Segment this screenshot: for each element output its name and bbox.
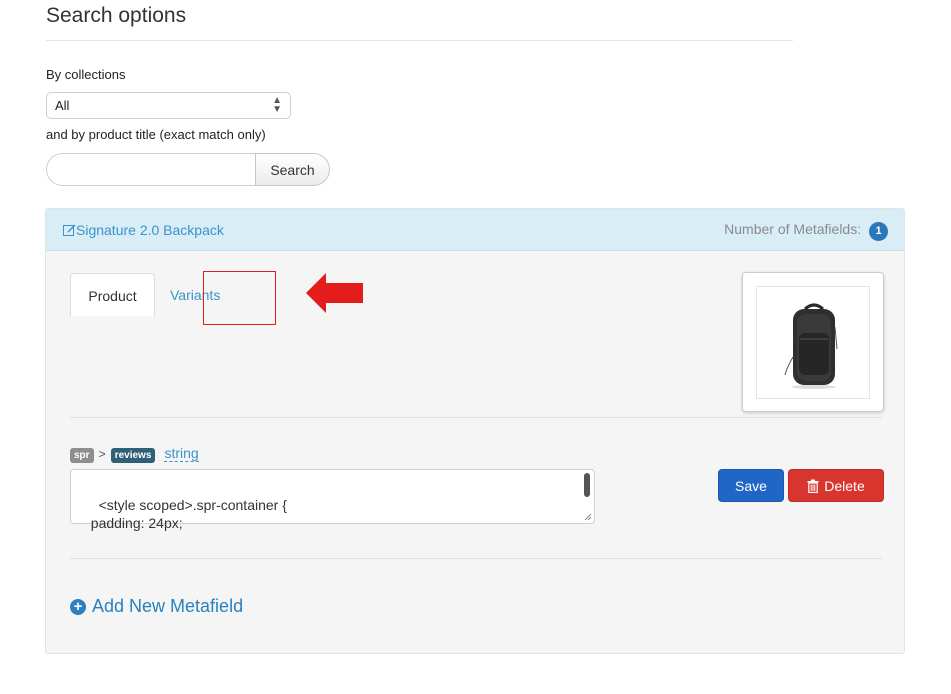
search-input[interactable] bbox=[46, 153, 256, 186]
product-title-label: and by product title (exact match only) bbox=[46, 127, 266, 142]
textarea-scrollbar[interactable] bbox=[584, 473, 590, 497]
search-button[interactable]: Search bbox=[255, 153, 330, 186]
add-metafield-label: Add New Metafield bbox=[92, 596, 244, 616]
path-separator: > bbox=[98, 447, 106, 461]
collections-label: By collections bbox=[46, 67, 126, 82]
page-title: Search options bbox=[46, 4, 187, 27]
section-divider bbox=[70, 558, 882, 559]
product-panel: Signature 2.0 Backpack Number of Metafie… bbox=[45, 208, 905, 654]
metafield-count: Number of Metafields: 1 bbox=[724, 221, 888, 241]
product-panel-header: Signature 2.0 Backpack Number of Metafie… bbox=[46, 209, 904, 251]
namespace-tag: spr bbox=[70, 448, 94, 463]
metafield-value-textarea[interactable]: <style scoped>.spr-container { padding: … bbox=[70, 469, 595, 531]
resize-grip-icon[interactable] bbox=[584, 513, 592, 521]
metafield-count-badge: 1 bbox=[869, 222, 888, 241]
metafield-path: spr > reviews string bbox=[70, 445, 199, 463]
title-divider bbox=[46, 40, 793, 41]
delete-button-label: Delete bbox=[824, 477, 865, 494]
key-tag: reviews bbox=[110, 448, 156, 463]
product-image-card[interactable] bbox=[742, 272, 884, 412]
trash-icon bbox=[807, 479, 819, 493]
save-button[interactable]: Save bbox=[718, 469, 784, 502]
product-title-text: Signature 2.0 Backpack bbox=[76, 222, 224, 238]
red-arrow-icon bbox=[306, 273, 363, 313]
delete-button[interactable]: Delete bbox=[788, 469, 884, 502]
collection-select[interactable]: All ▲ ▼ bbox=[46, 92, 291, 119]
backpack-image bbox=[784, 303, 838, 389]
edit-icon bbox=[63, 224, 76, 236]
select-arrows-icon: ▲ ▼ bbox=[272, 95, 282, 115]
search-group: Search bbox=[46, 153, 330, 186]
metafield-count-label: Number of Metafields: bbox=[724, 221, 862, 237]
product-image-frame bbox=[756, 286, 870, 399]
add-metafield-link[interactable]: + Add New Metafield bbox=[70, 596, 243, 617]
value-type-link[interactable]: string bbox=[164, 445, 199, 462]
metafield-value-text: <style scoped>.spr-container { padding: … bbox=[90, 497, 287, 531]
collection-select-value: All bbox=[55, 98, 70, 113]
annotation-highlight-box bbox=[203, 271, 276, 325]
product-title-link[interactable]: Signature 2.0 Backpack bbox=[63, 222, 224, 238]
section-divider bbox=[70, 417, 882, 418]
plus-circle-icon: + bbox=[70, 598, 86, 615]
tab-product[interactable]: Product bbox=[70, 273, 155, 316]
